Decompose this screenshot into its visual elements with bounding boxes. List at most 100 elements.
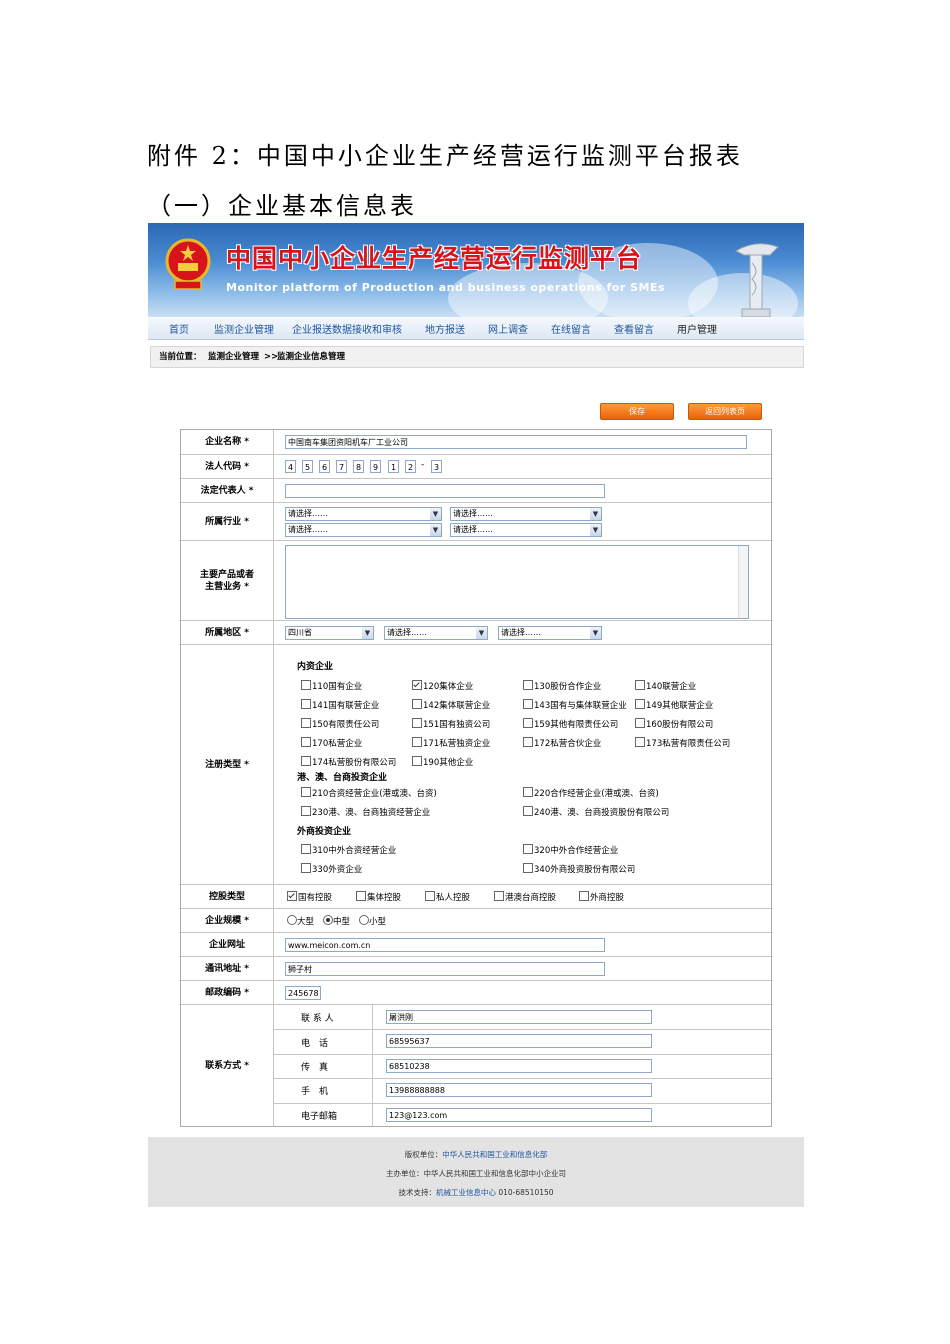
checkbox-icon[interactable] — [635, 718, 645, 728]
checkbox-icon[interactable] — [301, 756, 311, 766]
back-to-list-button[interactable]: 返回列表页 — [688, 403, 762, 420]
code-digit[interactable]: 6 — [319, 460, 330, 473]
checkbox-icon[interactable] — [412, 756, 422, 766]
city-select[interactable]: 请选择…… ▼ — [384, 626, 488, 640]
scale-option[interactable]: 小型 — [359, 915, 386, 927]
domestic-option[interactable]: 172私营合伙企业 — [523, 737, 601, 749]
nav-item-data-review[interactable]: 企业报送数据接收和审核 — [292, 321, 402, 336]
holding-option[interactable]: 集体控股 — [356, 891, 401, 903]
domestic-option[interactable]: 150有限责任公司 — [301, 718, 379, 730]
enterprise-name-input[interactable]: 中国南车集团资阳机车厂工业公司 — [285, 435, 747, 449]
domestic-option[interactable]: 151国有独资公司 — [412, 718, 490, 730]
legal-rep-input[interactable] — [285, 484, 605, 498]
code-digit[interactable]: 9 — [370, 460, 381, 473]
domestic-option[interactable]: 190其他企业 — [412, 756, 473, 768]
checkbox-icon[interactable] — [635, 737, 645, 747]
save-button[interactable]: 保存 — [600, 403, 674, 420]
code-digit[interactable]: 2 — [405, 460, 416, 473]
domestic-option[interactable]: 171私营独资企业 — [412, 737, 490, 749]
county-select[interactable]: 请选择…… ▼ — [498, 626, 602, 640]
code-digit[interactable]: 7 — [336, 460, 347, 473]
checkbox-icon[interactable] — [635, 680, 645, 690]
foreign-option[interactable]: 340外商投资股份有限公司 — [523, 863, 635, 875]
hmt-option[interactable]: 240港、澳、台商投资股份有限公司 — [523, 806, 669, 818]
hmt-option[interactable]: 230港、澳、台商独资经营企业 — [301, 806, 430, 818]
scale-option[interactable]: 大型 — [287, 915, 314, 927]
checkbox-icon[interactable] — [523, 863, 533, 873]
checkbox-icon[interactable] — [301, 718, 311, 728]
checkbox-icon[interactable] — [494, 891, 504, 901]
domestic-option[interactable]: 174私营股份有限公司 — [301, 756, 396, 768]
checkbox-icon[interactable] — [301, 787, 311, 797]
nav-item-monitored-enterprises[interactable]: 监测企业管理 — [214, 321, 274, 336]
breadcrumb-level1[interactable]: 监测企业管理 — [208, 347, 259, 367]
nav-item-online-message[interactable]: 在线留言 — [551, 321, 591, 336]
contact-field-input[interactable]: 68510238 — [386, 1058, 652, 1073]
checkbox-icon[interactable] — [523, 718, 533, 728]
checkbox-icon[interactable] — [579, 891, 589, 901]
checkbox-icon[interactable] — [523, 806, 533, 816]
main-products-textarea[interactable] — [285, 545, 749, 619]
checkbox-icon[interactable] — [523, 844, 533, 854]
checkbox-icon[interactable] — [301, 680, 311, 690]
postcode-input[interactable]: 245678 — [285, 986, 321, 1000]
nav-item-online-survey[interactable]: 网上调查 — [488, 321, 528, 336]
checkbox-icon[interactable] — [412, 737, 422, 747]
nav-item-home[interactable]: 首页 — [169, 321, 189, 336]
checkbox-icon[interactable] — [356, 891, 366, 901]
holding-option[interactable]: 国有控股 — [287, 891, 332, 903]
holding-option[interactable]: 私人控股 — [425, 891, 470, 903]
checkbox-icon[interactable] — [301, 863, 311, 873]
nav-item-user-management[interactable]: 用户管理 — [677, 321, 717, 336]
textarea-scrollbar[interactable] — [738, 546, 748, 618]
checkbox-icon[interactable] — [412, 680, 422, 690]
radio-icon[interactable] — [359, 915, 369, 925]
checkbox-icon[interactable] — [523, 737, 533, 747]
radio-icon[interactable] — [323, 915, 333, 925]
hmt-option[interactable]: 210合资经营企业(港或澳、台资) — [301, 787, 437, 799]
code-digit[interactable]: 5 — [302, 460, 313, 473]
domestic-option[interactable]: 173私营有限责任公司 — [635, 737, 730, 749]
foreign-option[interactable]: 320中外合作经营企业 — [523, 844, 618, 856]
domestic-option[interactable]: 141国有联营企业 — [301, 699, 379, 711]
foreign-option[interactable]: 310中外合资经营企业 — [301, 844, 396, 856]
domestic-option[interactable]: 160股份有限公司 — [635, 718, 713, 730]
foreign-option[interactable]: 330外资企业 — [301, 863, 362, 875]
domestic-option[interactable]: 130股份合作企业 — [523, 680, 601, 692]
code-check-digit[interactable]: 3 — [431, 460, 442, 473]
radio-icon[interactable] — [287, 915, 297, 925]
checkbox-icon[interactable] — [301, 737, 311, 747]
code-digit[interactable]: 4 — [285, 460, 296, 473]
checkbox-icon[interactable] — [412, 718, 422, 728]
checkbox-icon[interactable] — [301, 844, 311, 854]
province-select[interactable]: 四川省 ▼ — [285, 626, 374, 640]
domestic-option[interactable]: 140联营企业 — [635, 680, 696, 692]
contact-field-input[interactable]: 屠洪刚 — [386, 1010, 652, 1024]
code-digit[interactable]: 1 — [388, 460, 399, 473]
contact-field-input[interactable]: 13988888888 — [386, 1083, 652, 1098]
checkbox-icon[interactable] — [425, 891, 435, 901]
domestic-option[interactable]: 149其他联营企业 — [635, 699, 713, 711]
checkbox-icon[interactable] — [301, 806, 311, 816]
domestic-option[interactable]: 110国有企业 — [301, 680, 362, 692]
nav-item-view-messages[interactable]: 查看留言 — [614, 321, 654, 336]
code-digit[interactable]: 8 — [353, 460, 364, 473]
holding-option[interactable]: 港澳台商控股 — [494, 891, 556, 903]
domestic-option[interactable]: 142集体联营企业 — [412, 699, 490, 711]
hmt-option[interactable]: 220合作经营企业(港或澳、台资) — [523, 787, 659, 799]
checkbox-icon[interactable] — [412, 699, 422, 709]
industry-select-4[interactable]: 请选择…… ▼ — [450, 523, 602, 537]
nav-item-local-report[interactable]: 地方报送 — [425, 321, 465, 336]
scale-option[interactable]: 中型 — [323, 915, 350, 927]
domestic-option[interactable]: 159其他有限责任公司 — [523, 718, 618, 730]
domestic-option[interactable]: 120集体企业 — [412, 680, 473, 692]
contact-field-input[interactable]: 123@123.com — [386, 1107, 652, 1122]
address-input[interactable]: 狮子村 — [285, 962, 605, 976]
industry-select-2[interactable]: 请选择…… ▼ — [450, 507, 602, 521]
industry-select-1[interactable]: 请选择…… ▼ — [285, 507, 442, 521]
checkbox-icon[interactable] — [523, 699, 533, 709]
website-input[interactable]: www.meicon.com.cn — [285, 938, 605, 952]
checkbox-icon[interactable] — [523, 787, 533, 797]
contact-field-input[interactable]: 68595637 — [386, 1034, 652, 1049]
checkbox-icon[interactable] — [523, 680, 533, 690]
